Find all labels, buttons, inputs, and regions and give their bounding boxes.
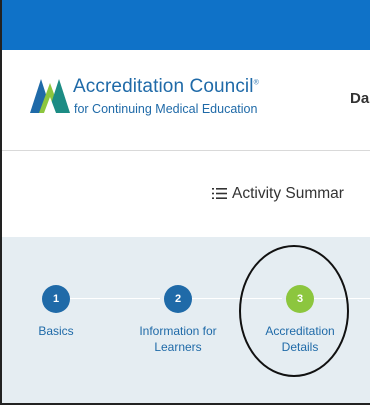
activity-summary-bar: Activity Summar (2, 151, 370, 236)
site-header: Accreditation Council® for Continuing Me… (2, 50, 370, 151)
step-information-for-learners[interactable]: 2 Information for Learners (123, 285, 233, 355)
activity-summary-button[interactable]: Activity Summar (212, 185, 344, 203)
logo-subtitle: for Continuing Medical Education (74, 102, 258, 116)
nav-link-dashboard[interactable]: Da (350, 90, 369, 107)
step-label: Basics (38, 324, 74, 338)
list-icon (212, 188, 227, 199)
step-label: Information for Learners (139, 324, 217, 354)
page-frame: Accreditation Council® for Continuing Me… (0, 0, 370, 405)
activity-summary-label: Activity Summar (232, 185, 344, 202)
step-number-badge: 3 (286, 285, 314, 313)
logo-title-text: Accreditation Council (73, 76, 254, 97)
accme-logo-icon[interactable] (30, 79, 70, 113)
step-number-badge: 2 (164, 285, 192, 313)
step-accreditation-details[interactable]: 3 Accreditation Details (245, 285, 355, 355)
step-basics[interactable]: 1 Basics (2, 285, 111, 339)
top-bar (2, 0, 370, 50)
step-number-badge: 1 (42, 285, 70, 313)
logo-title[interactable]: Accreditation Council® (73, 76, 259, 98)
progress-steps: 1 Basics 2 Information for Learners 3 Ac… (2, 237, 370, 403)
step-label: Accreditation Details (265, 324, 335, 354)
registered-mark: ® (253, 79, 259, 87)
